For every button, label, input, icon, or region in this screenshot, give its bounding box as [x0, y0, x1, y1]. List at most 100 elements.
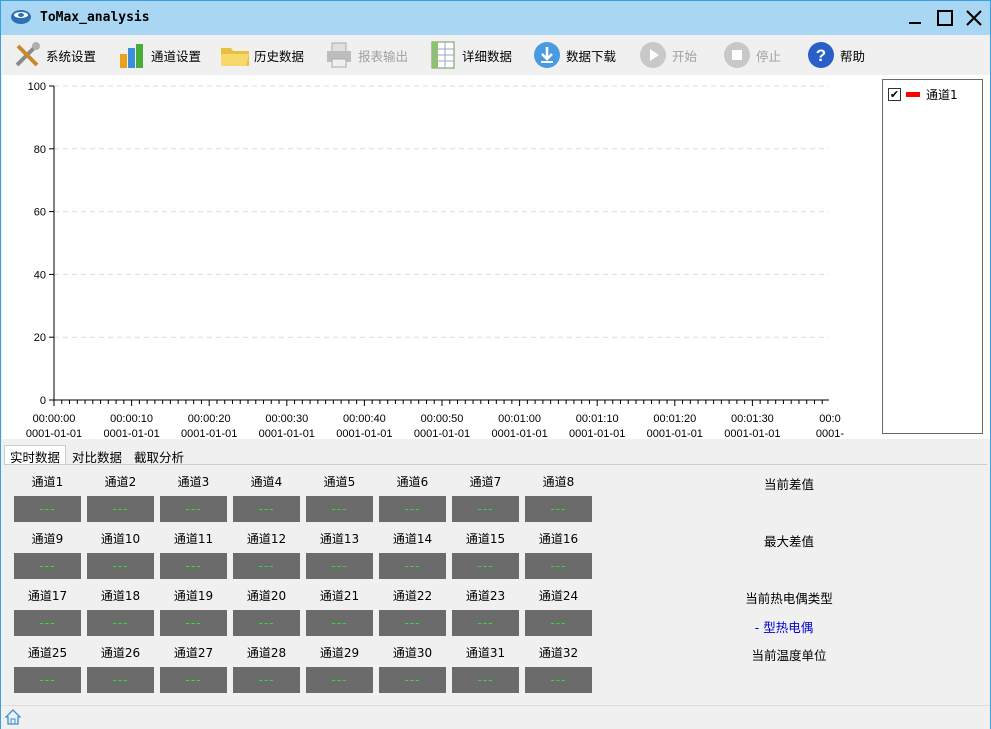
- channel-value: ---: [306, 496, 373, 522]
- data-download-button[interactable]: 数据下载: [531, 39, 616, 71]
- y-tick-label: 0: [40, 395, 46, 407]
- help-button[interactable]: ? 帮助: [805, 39, 865, 71]
- channel-cell: 通道27 ---: [160, 645, 227, 693]
- channel-cell: 通道29 ---: [306, 645, 373, 693]
- channel-label: 通道1: [31, 475, 64, 489]
- channel-cell: 通道3 ---: [160, 474, 227, 522]
- channel-value: ---: [160, 496, 227, 522]
- max-diff-label: 最大差值: [763, 534, 814, 549]
- channel-label: 通道17: [27, 589, 68, 603]
- x-tick-label: 00:01:30: [731, 413, 774, 425]
- tools-icon: [11, 39, 43, 71]
- close-button[interactable]: [959, 1, 989, 35]
- x-tick-date-label: 0001-01-01: [569, 428, 625, 439]
- channel-cell: 通道30 ---: [379, 645, 446, 693]
- help-icon: ?: [805, 39, 837, 71]
- channel-value: ---: [379, 610, 446, 636]
- channel-label: 通道28: [246, 646, 287, 660]
- channel-value: ---: [233, 496, 300, 522]
- x-tick-date-label: 0001-01-01: [336, 428, 392, 439]
- channel-label: 通道16: [538, 532, 579, 546]
- channel-cell: 通道6 ---: [379, 474, 446, 522]
- window-title: ToMax_analysis: [40, 10, 150, 25]
- svg-text:?: ?: [816, 46, 826, 65]
- stop-icon: [721, 39, 753, 71]
- channel-cell: 通道2 ---: [87, 474, 154, 522]
- channel-cell: 通道32 ---: [525, 645, 592, 693]
- tab-clip-analysis[interactable]: 截取分析: [128, 445, 190, 465]
- system-settings-button[interactable]: 系统设置: [11, 39, 96, 71]
- channel-label: 通道4: [250, 475, 283, 489]
- channel-cell: 通道10 ---: [87, 531, 154, 579]
- channel-label: 通道25: [27, 646, 68, 660]
- tab-realtime[interactable]: 实时数据: [4, 445, 67, 465]
- channel-value: ---: [379, 496, 446, 522]
- x-tick-label: 00:01:00: [498, 413, 541, 425]
- channel-value: ---: [160, 610, 227, 636]
- printer-icon: [323, 39, 355, 71]
- minimize-icon: [909, 22, 921, 24]
- title-bar: ToMax_analysis: [1, 1, 990, 35]
- channel-cell: 通道23 ---: [452, 588, 519, 636]
- channel-value: ---: [452, 610, 519, 636]
- channel-value: ---: [525, 553, 592, 579]
- channel-value: ---: [233, 553, 300, 579]
- channel-cell: 通道16 ---: [525, 531, 592, 579]
- channel-label: 通道19: [173, 589, 214, 603]
- y-tick-label: 40: [34, 269, 46, 281]
- channel-cell: 通道8 ---: [525, 474, 592, 522]
- detail-data-label: 详细数据: [462, 48, 513, 64]
- channel-cell: 通道21 ---: [306, 588, 373, 636]
- download-icon: [531, 39, 563, 71]
- x-tick-label: 00:00:40: [343, 413, 386, 425]
- x-tick-label: 00:00:30: [265, 413, 308, 425]
- channel-value: ---: [160, 553, 227, 579]
- start-button[interactable]: 开始: [637, 39, 697, 71]
- home-icon[interactable]: [5, 709, 21, 725]
- maximize-button[interactable]: [930, 1, 960, 35]
- channel-cell: 通道26 ---: [87, 645, 154, 693]
- current-diff-label: 当前差值: [763, 477, 814, 492]
- channel-label: 通道31: [465, 646, 506, 660]
- channel-cell: 通道14 ---: [379, 531, 446, 579]
- help-label: 帮助: [840, 48, 866, 64]
- channel-label: 通道24: [538, 589, 579, 603]
- channel-label: 通道27: [173, 646, 214, 660]
- tab-compare[interactable]: 对比数据: [66, 445, 128, 465]
- channel-cell: 通道25 ---: [14, 645, 81, 693]
- y-tick-label: 100: [28, 81, 46, 93]
- channel-cell: 通道5 ---: [306, 474, 373, 522]
- line-chart[interactable]: 0 20 40 60 80 100 00:00:00 0001-01-01 00:00:10 00…: [2, 75, 877, 439]
- channel-value: ---: [14, 667, 81, 693]
- channel-cell: 通道11 ---: [160, 531, 227, 579]
- temp-unit-label: 当前温度单位: [751, 648, 827, 663]
- channel-value: ---: [14, 496, 81, 522]
- y-tick-label: 80: [34, 144, 46, 156]
- channel-cell: 通道28 ---: [233, 645, 300, 693]
- stop-label: 停止: [756, 48, 782, 64]
- channel-label: 通道9: [31, 532, 64, 546]
- channel-cell: 通道12 ---: [233, 531, 300, 579]
- history-data-button[interactable]: 历史数据: [219, 39, 304, 71]
- x-tick-date-label: 0001-01-01: [491, 428, 547, 439]
- channel-label: 通道10: [100, 532, 141, 546]
- legend-item[interactable]: ✔ 通道1: [888, 86, 958, 103]
- channel-value: ---: [379, 667, 446, 693]
- channel-cell: 通道9 ---: [14, 531, 81, 579]
- stop-button[interactable]: 停止: [721, 39, 781, 71]
- minimize-button[interactable]: [900, 1, 930, 35]
- detail-data-button[interactable]: 详细数据: [427, 39, 512, 71]
- x-tick-label: 00:0: [819, 413, 840, 425]
- app-window: ToMax_analysis 系统设置 通道设置 历史数据 报表输出 详细数据 …: [0, 0, 991, 729]
- x-tick-date-label: 0001-01-01: [26, 428, 82, 439]
- system-settings-label: 系统设置: [46, 48, 97, 64]
- channel-cell: 通道13 ---: [306, 531, 373, 579]
- channel-settings-button[interactable]: 通道设置: [116, 39, 201, 71]
- channel-cell: 通道22 ---: [379, 588, 446, 636]
- channel-value: ---: [87, 610, 154, 636]
- report-output-button[interactable]: 报表输出: [323, 39, 408, 71]
- channel-settings-label: 通道设置: [151, 48, 202, 64]
- legend-checkbox[interactable]: ✔: [888, 88, 901, 101]
- spreadsheet-icon: [427, 39, 459, 71]
- play-icon: [637, 39, 669, 71]
